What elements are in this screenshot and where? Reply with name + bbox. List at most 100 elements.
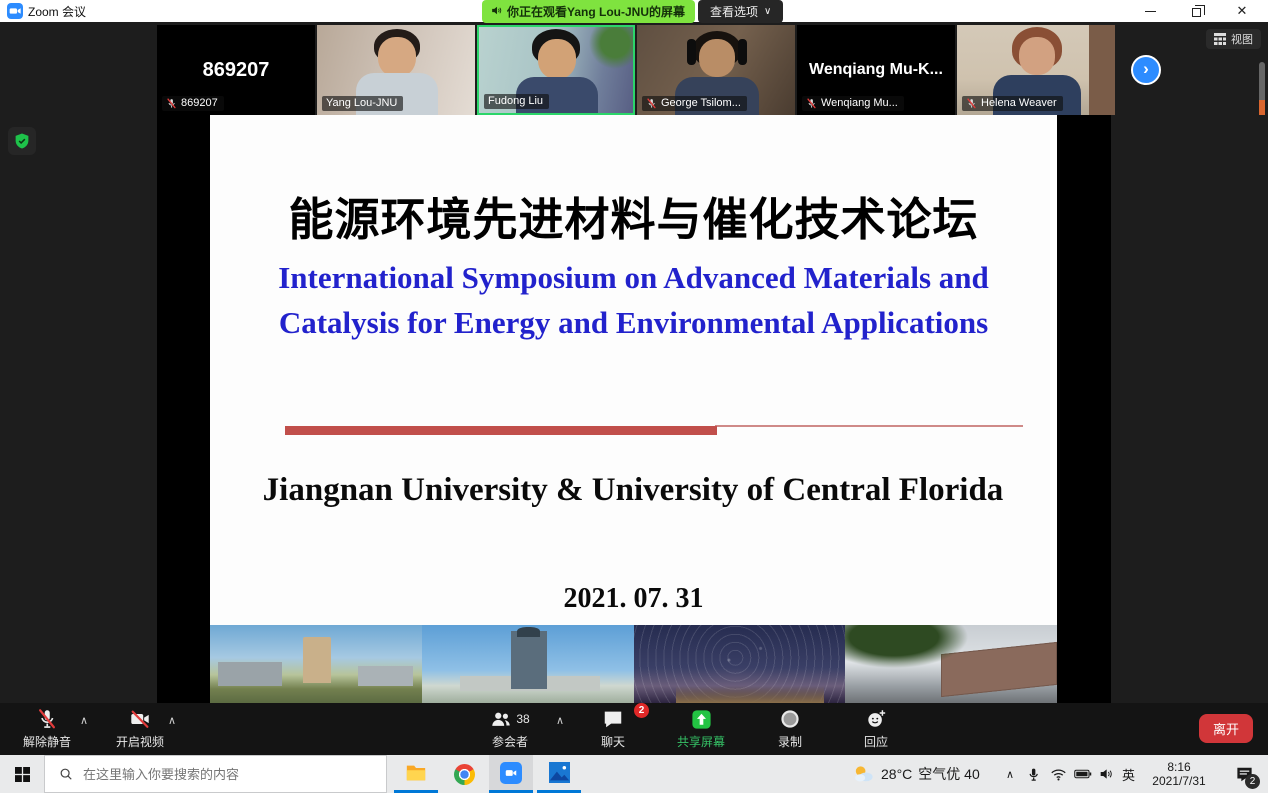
- video-tile-george[interactable]: George Tsilom...: [637, 25, 795, 115]
- muted-mic-icon: [806, 98, 817, 109]
- audio-speaker-icon: [490, 4, 503, 20]
- slide-divider-thin: [715, 425, 1023, 427]
- chevron-right-icon: ›: [1143, 59, 1149, 79]
- folder-icon: [405, 762, 427, 784]
- collapse-strip-button[interactable]: ›: [1131, 55, 1161, 85]
- meeting-toolbar: 解除静音 ∧ 开启视频 ∧ 38 参会者 ∧ 2 聊天: [0, 703, 1268, 755]
- mute-options-chevron[interactable]: ∧: [80, 714, 88, 727]
- close-icon: ✕: [1237, 3, 1248, 19]
- chevron-down-icon: ∨: [764, 6, 771, 17]
- view-options-button[interactable]: 查看选项 ∨: [698, 0, 783, 23]
- view-layout-button[interactable]: 视图: [1206, 29, 1261, 49]
- participants-button[interactable]: 38 参会者: [472, 707, 548, 750]
- video-options-chevron[interactable]: ∧: [168, 714, 176, 727]
- participant-name-badge: Helena Weaver: [962, 96, 1063, 111]
- zoom-app-icon: [7, 3, 23, 24]
- start-video-button[interactable]: 开启视频: [105, 707, 175, 750]
- taskbar-clock[interactable]: 8:16 2021/7/31: [1142, 755, 1216, 793]
- photos-taskbar-icon[interactable]: [537, 755, 581, 793]
- video-tile-wenqiang[interactable]: Wenqiang Mu-K... Wenqiang Mu...: [797, 25, 955, 115]
- video-tile-yang-lou[interactable]: Yang Lou-JNU: [317, 25, 475, 115]
- start-button[interactable]: [0, 755, 44, 793]
- chrome-icon: [454, 764, 475, 785]
- reactions-button[interactable]: 回应: [845, 707, 907, 750]
- plant-decor: [589, 25, 635, 69]
- chrome-taskbar-icon[interactable]: [442, 755, 486, 793]
- participants-count: 38: [516, 712, 529, 726]
- search-input[interactable]: [83, 767, 353, 782]
- taskbar-search[interactable]: [44, 755, 387, 793]
- participants-options-chevron[interactable]: ∧: [556, 714, 564, 727]
- zoom-icon: [500, 762, 522, 784]
- tray-volume-icon[interactable]: [1098, 755, 1114, 793]
- screenshare-letterbox: 能源环境先进材料与催化技术论坛 International Symposium …: [157, 115, 1111, 703]
- tray-microphone-icon[interactable]: [1026, 755, 1041, 793]
- slide-divider-thick: [285, 426, 717, 435]
- show-hidden-icons-chevron[interactable]: ∧: [1000, 755, 1020, 793]
- campus-photo-3: [634, 625, 846, 703]
- camera-off-icon: [129, 707, 151, 731]
- zoom-meeting-window: Zoom 会议 ✕ 你正在观看Yang Lou-JNU的屏幕 查看选项 ∨ 86…: [0, 0, 1268, 793]
- zoom-taskbar-icon-active[interactable]: [489, 755, 533, 793]
- slide-date: 2021. 07. 31: [210, 583, 1057, 615]
- slide-title-chinese: 能源环境先进材料与催化技术论坛: [210, 183, 1057, 248]
- campus-photo-1: [210, 625, 422, 703]
- minimize-button[interactable]: [1128, 0, 1172, 22]
- muted-mic-icon: [36, 707, 58, 731]
- campus-photo-2: [422, 625, 634, 703]
- participant-name-badge: 869207: [162, 96, 224, 111]
- participant-name-badge: George Tsilom...: [642, 96, 747, 111]
- file-explorer-taskbar-icon[interactable]: [394, 755, 438, 793]
- shared-screen-area: 能源环境先进材料与催化技术论坛 International Symposium …: [0, 115, 1268, 703]
- chat-bubble-icon: 2: [602, 707, 624, 731]
- video-tile-fudong-liu-active-speaker[interactable]: Fudong Liu: [477, 25, 635, 115]
- shield-check-icon: [13, 132, 31, 150]
- campus-photo-4: [845, 625, 1057, 703]
- notification-count-badge: 2: [1245, 774, 1260, 789]
- record-icon: [779, 707, 801, 731]
- tray-battery-icon[interactable]: [1074, 755, 1092, 793]
- campus-photo-strip: [210, 625, 1057, 703]
- input-language-indicator[interactable]: 英: [1122, 755, 1135, 793]
- muted-mic-icon: [966, 98, 977, 109]
- weather-air-quality: 空气优 40: [918, 764, 979, 784]
- weather-sun-cloud-icon: [852, 763, 875, 786]
- search-icon: [59, 767, 73, 781]
- minimize-icon: [1145, 11, 1156, 12]
- participant-video-strip: 869207 869207 Yang Lou-JNU Fudong Liu: [0, 22, 1268, 115]
- action-center-button[interactable]: 2: [1224, 755, 1264, 793]
- participant-name-badge: Wenqiang Mu...: [802, 96, 904, 111]
- photos-icon: [549, 762, 570, 783]
- clock-date: 2021/7/31: [1152, 774, 1205, 788]
- restore-button[interactable]: [1174, 0, 1218, 22]
- viewing-status: 你正在观看Yang Lou-JNU的屏幕: [482, 0, 695, 23]
- restore-icon: [1192, 8, 1201, 17]
- window-title: Zoom 会议: [28, 3, 86, 20]
- scrollbar-thumb-gray: [1259, 62, 1265, 100]
- weather-temp: 28°C: [881, 766, 912, 782]
- windows-logo-icon: [15, 767, 30, 782]
- leave-meeting-button[interactable]: 离开: [1199, 714, 1253, 743]
- taskbar-weather-widget[interactable]: 28°C 空气优 40: [852, 755, 980, 793]
- windows-taskbar: 28°C 空气优 40 ∧ 英 8:16 2021/7/31 2: [0, 755, 1268, 793]
- chat-unread-badge: 2: [634, 703, 649, 718]
- viewing-banner-text: 你正在观看Yang Lou-JNU的屏幕: [507, 3, 685, 20]
- clock-time: 8:16: [1167, 760, 1190, 774]
- close-button[interactable]: ✕: [1220, 0, 1264, 22]
- share-screen-button[interactable]: 共享屏幕: [666, 707, 736, 750]
- headphone-left: [687, 39, 696, 65]
- meeting-security-badge[interactable]: [8, 127, 36, 155]
- screen-viewing-banner: 你正在观看Yang Lou-JNU的屏幕 查看选项 ∨: [482, 0, 783, 23]
- share-screen-icon: [690, 707, 713, 731]
- video-tile-helena-weaver[interactable]: Helena Weaver: [957, 25, 1115, 115]
- unmute-button[interactable]: 解除静音: [12, 707, 82, 750]
- presentation-slide: 能源环境先进材料与催化技术论坛 International Symposium …: [210, 115, 1057, 703]
- participant-name-badge: Yang Lou-JNU: [322, 96, 403, 111]
- tray-wifi-icon[interactable]: [1050, 755, 1067, 793]
- chat-button[interactable]: 2 聊天: [583, 707, 643, 750]
- record-button[interactable]: 录制: [758, 707, 822, 750]
- curtain-decor: [1089, 25, 1115, 115]
- video-tile-869207[interactable]: 869207 869207: [157, 25, 315, 115]
- smiley-plus-icon: [865, 707, 887, 731]
- headphone-right: [738, 39, 747, 65]
